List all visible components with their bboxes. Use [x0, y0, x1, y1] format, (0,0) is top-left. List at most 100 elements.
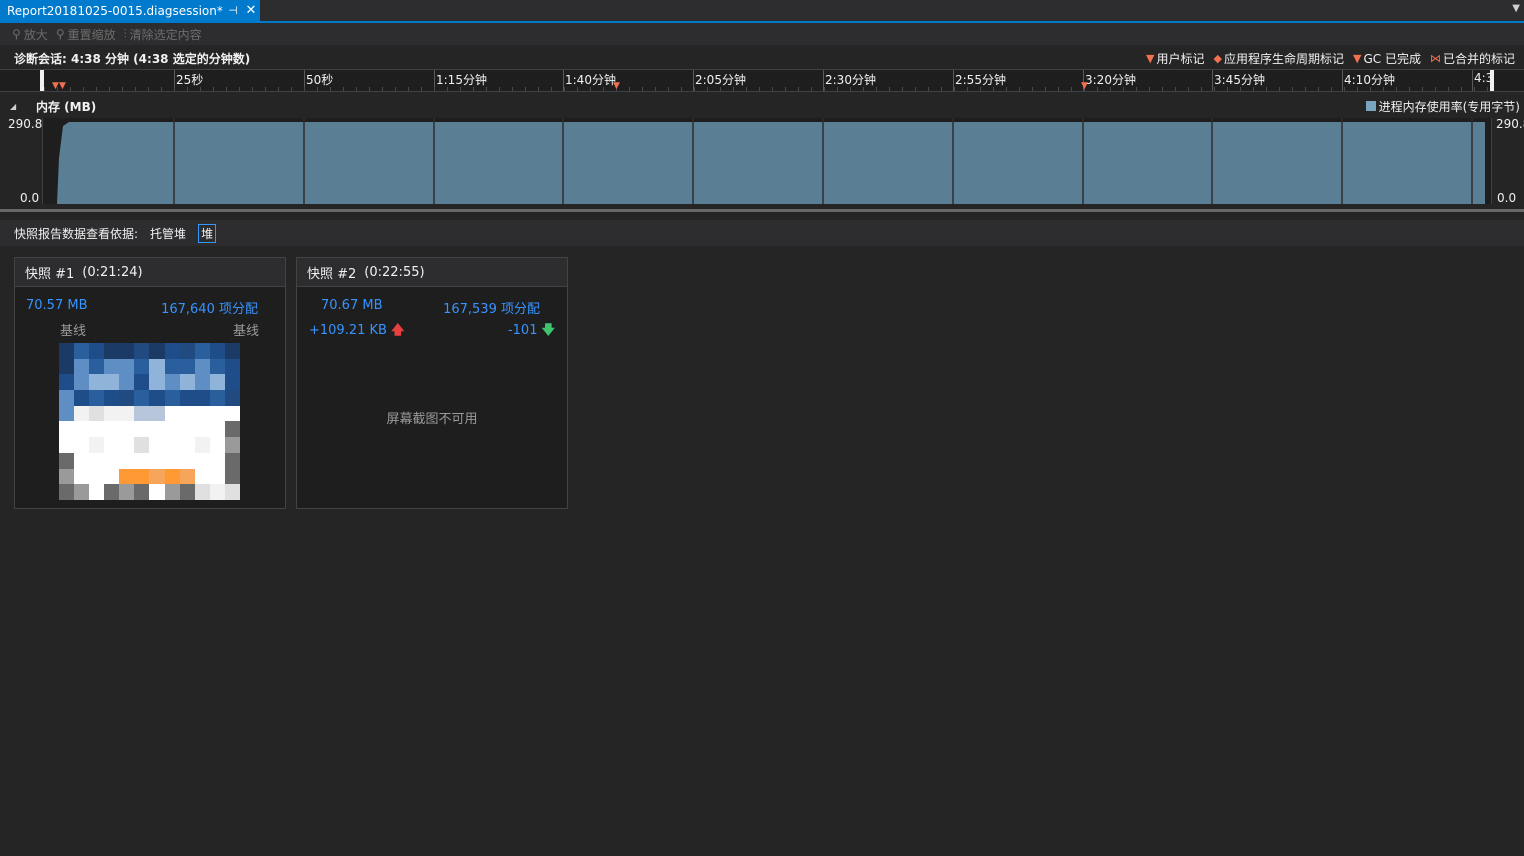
snapshot-alloc-diff-link[interactable]: -101 🡇: [508, 321, 555, 343]
merged-mark-icon: ⋈: [1429, 51, 1441, 65]
alloc-diff-value: -101: [507, 323, 538, 338]
thumbnail-pixel: [119, 437, 135, 453]
thumbnail-pixel: [59, 437, 75, 453]
ruler-minor-tick: [746, 87, 747, 91]
legend-lifecycle-mark[interactable]: ◆ 应用程序生命周期标记: [1214, 50, 1344, 67]
selection-handle-right[interactable]: [1490, 70, 1494, 91]
memory-graph-header: ◢ 内存 (MB) 进程内存使用率(专用字节): [0, 97, 1524, 115]
ruler-minor-tick: [1045, 87, 1046, 91]
thumbnail-pixel: [194, 405, 210, 422]
ruler-minor-tick: [408, 87, 409, 91]
thumbnail-pixel: [104, 452, 120, 469]
ruler-minor-tick: [1110, 87, 1111, 91]
ruler-minor-tick: [1240, 87, 1241, 91]
ruler-minor-tick: [317, 87, 318, 91]
thumbnail-pixel: [164, 421, 180, 438]
snapshot-thumbnail[interactable]: [59, 343, 240, 500]
ruler-minor-tick: [551, 87, 552, 91]
ruler-minor-tick: [187, 87, 188, 91]
zoom-in-button[interactable]: ⚲ 放大: [12, 26, 48, 43]
y-axis-max-left: 290.8: [8, 117, 43, 131]
ruler-minor-tick: [460, 87, 461, 91]
ruler-minor-tick: [70, 87, 71, 91]
ruler-minor-tick: [96, 87, 97, 91]
gc-event-marker[interactable]: ▼: [1081, 81, 1088, 91]
session-row: 诊断会话: 4:38 分钟 (4:38 选定的分钟数) ▼ 用户标记 ◆ 应用程序生命…: [0, 47, 1524, 69]
thumbnail-pixel: [89, 468, 105, 485]
ruler-minor-tick: [1162, 87, 1163, 91]
legend-label: 已合并的标记: [1442, 51, 1515, 66]
chevron-down-icon[interactable]: ▼: [1512, 3, 1520, 14]
thumbnail-pixel: [134, 452, 150, 469]
gc-event-marker[interactable]: ▼: [52, 81, 59, 91]
thumbnail-pixel: [74, 358, 90, 375]
ruler-minor-tick: [330, 87, 331, 91]
ruler-minor-tick: [733, 87, 734, 91]
thumbnail-pixel: [179, 390, 195, 406]
thumbnail-pixel: [104, 405, 120, 422]
legend-merged-mark[interactable]: ⋈ 已合并的标记: [1430, 50, 1515, 67]
ruler-minor-tick: [1149, 87, 1150, 91]
zoom-in-label: 放大: [23, 27, 48, 42]
thumbnail-pixel: [149, 405, 165, 422]
snapshot-allocations-link[interactable]: 167,640 项分配: [161, 298, 258, 317]
ruler-tick-label: 25秒: [176, 73, 204, 87]
ruler-minor-tick: [252, 87, 253, 91]
snapshot-card-1[interactable]: 快照 #1 (0:21:24) 70.57 MB 167,640 项分配 基线 …: [14, 257, 286, 509]
pane-splitter[interactable]: [0, 209, 1524, 212]
ruler-minor-tick: [1370, 87, 1371, 91]
snapshot-size-link[interactable]: 70.67 MB: [321, 298, 382, 313]
thumbnail-pixel: [164, 452, 180, 469]
collapse-triangle-icon[interactable]: ◢: [10, 102, 30, 111]
thumbnail-pixel: [59, 374, 75, 391]
timeline-ruler[interactable]: 25秒 50秒 1:15分钟 1:40分钟 2:05分钟 2:30分钟 2:55分钟 3:20…: [0, 69, 1524, 92]
snapshot-alloc-diff: 基线: [232, 324, 259, 339]
snapshot-size-diff: 基线: [60, 324, 87, 339]
legend-user-mark[interactable]: ▼ 用户标记: [1146, 50, 1204, 67]
thumbnail-pixel: [209, 437, 225, 453]
gc-event-marker[interactable]: ▼: [59, 81, 66, 91]
thumbnail-pixel: [74, 484, 90, 500]
pin-icon[interactable]: ⊣: [224, 4, 242, 17]
selection-handle-left[interactable]: [40, 70, 44, 91]
ruler-minor-tick: [824, 87, 825, 91]
legend-gc-done[interactable]: ▼ GC 已完成: [1353, 50, 1421, 67]
snapshot-size-link[interactable]: 70.57 MB: [26, 298, 87, 313]
thumbnail-pixel: [209, 358, 225, 375]
ruler-minor-tick: [1487, 87, 1488, 91]
ruler-minor-tick: [109, 87, 110, 91]
managed-heap-option[interactable]: 托管堆: [148, 224, 188, 243]
ruler-minor-tick: [525, 87, 526, 91]
thumbnail-pixel: [179, 484, 195, 500]
thumbnail-pixel: [134, 390, 150, 406]
thumbnail-pixel: [104, 437, 120, 453]
thumbnail-pixel: [164, 358, 180, 375]
clear-selection-button[interactable]: ⫶ 清除选定内容: [124, 26, 202, 43]
thumbnail-pixel: [59, 452, 75, 469]
close-icon[interactable]: ✕: [242, 3, 260, 18]
snapshot-size-diff-link[interactable]: +109.21 KB 🡅: [309, 321, 404, 343]
reset-zoom-button[interactable]: ⚲ 重置缩放: [56, 26, 116, 43]
thumbnail-pixel: [209, 421, 225, 438]
thumbnail-pixel: [194, 421, 210, 438]
native-heap-option[interactable]: 堆: [198, 223, 217, 243]
ruler-minor-tick: [1292, 87, 1293, 91]
thumbnail-pixel: [164, 405, 180, 422]
ruler-minor-tick: [590, 87, 591, 91]
memory-legend-label: 进程内存使用率(专用字节): [1378, 99, 1520, 114]
arrow-up-icon: 🡅: [391, 323, 405, 338]
thumbnail-pixel: [74, 452, 90, 469]
gc-event-marker[interactable]: ▼: [613, 81, 620, 91]
document-tab[interactable]: Report20181025-0015.diagsession* ⊣ ✕: [0, 0, 260, 21]
thumbnail-pixel: [209, 405, 225, 422]
thumbnail-pixel: [119, 421, 135, 438]
memory-usage-chart[interactable]: [42, 118, 1492, 204]
snapshot-allocations-link[interactable]: 167,539 项分配: [443, 298, 540, 317]
snapshot-card-2[interactable]: 快照 #2 (0:22:55) 70.67 MB 167,539 项分配 +10…: [296, 257, 568, 509]
thumbnail-pixel: [164, 468, 180, 485]
memory-graph-title: 内存 (MB): [36, 99, 97, 114]
thumbnail-pixel: [59, 390, 75, 406]
thumbnail-pixel: [179, 343, 195, 359]
ruler-minor-tick: [564, 87, 565, 91]
ruler-minor-tick: [395, 87, 396, 91]
